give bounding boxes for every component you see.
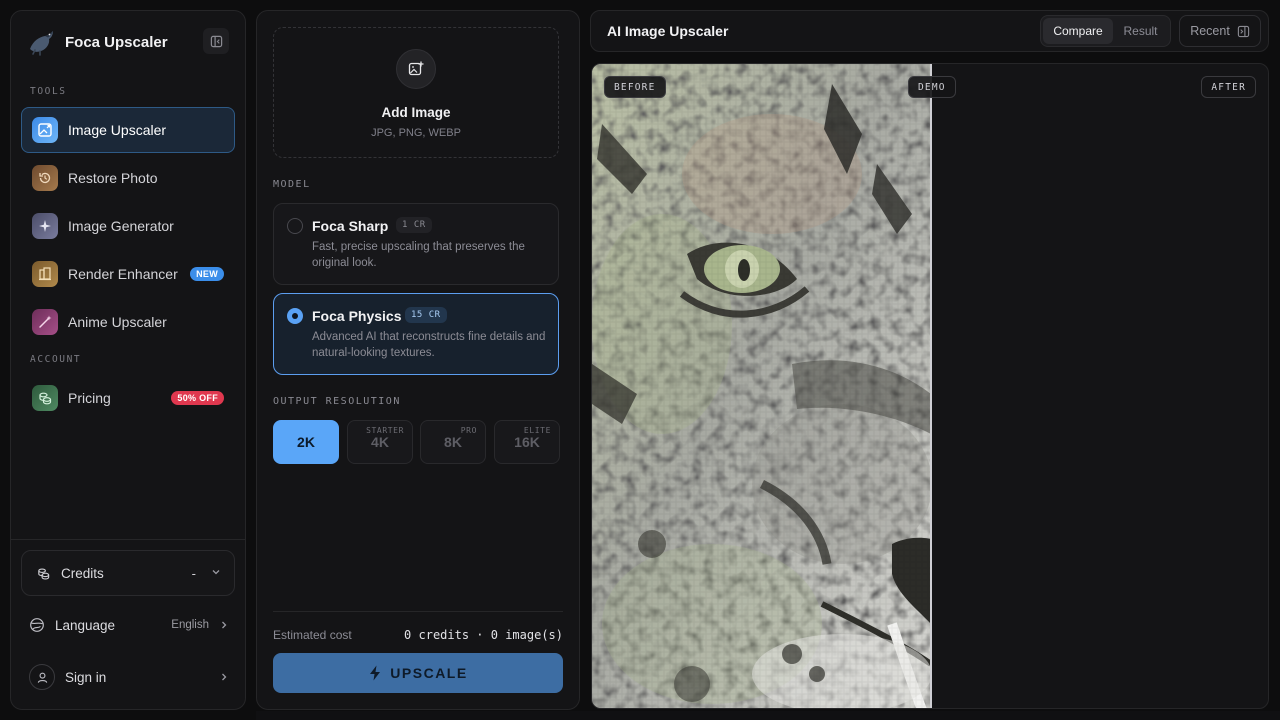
lightning-icon <box>370 665 381 681</box>
tier-label: ELITE <box>523 426 551 435</box>
panel-divider <box>273 611 563 612</box>
view-mode-toggle: Compare Result <box>1040 15 1171 47</box>
compare-split-handle[interactable] <box>930 64 932 708</box>
panel-right-icon <box>1237 25 1249 37</box>
chevron-down-icon <box>212 570 220 575</box>
image-upscale-icon <box>32 117 58 143</box>
resolution-label: 2K <box>297 434 315 450</box>
coins-icon <box>32 385 58 411</box>
estimated-cost-label: Estimated cost <box>273 628 352 642</box>
credits-value: - <box>191 565 196 581</box>
resolution-8k-button[interactable]: PRO 8K <box>420 420 486 464</box>
sidebar-collapse-icon <box>210 35 222 47</box>
resolution-label: 4K <box>371 434 389 450</box>
sparkle-icon <box>32 213 58 239</box>
model-option-foca-physics[interactable]: Foca Physics 15 CR Advanced AI that reco… <box>273 293 559 375</box>
credits-label: Credits <box>61 565 104 581</box>
add-image-dropzone[interactable]: Add Image JPG, PNG, WEBP <box>273 27 559 158</box>
before-tag: BEFORE <box>604 76 666 98</box>
sidebar-item-anime-upscaler[interactable]: Anime Upscaler <box>21 299 235 345</box>
add-image-icon <box>396 49 436 89</box>
demo-tag: DEMO <box>908 76 956 98</box>
sidebar-item-render-enhancer[interactable]: Render Enhancer NEW <box>21 251 235 297</box>
tools-section-label: TOOLS <box>30 86 67 97</box>
building-icon <box>32 261 58 287</box>
credits-dropdown[interactable]: Credits - <box>21 550 235 596</box>
resolution-label: 8K <box>444 434 462 450</box>
sidebar-item-label: Anime Upscaler <box>68 314 167 330</box>
after-tag: AFTER <box>1201 76 1256 98</box>
viewer-header: AI Image Upscaler Compare Result Recent <box>590 10 1269 52</box>
credits-icon <box>38 567 50 580</box>
estimated-cost-value: 0 credits · 0 image(s) <box>404 628 563 642</box>
tab-compare[interactable]: Compare <box>1043 18 1113 44</box>
supported-formats: JPG, PNG, WEBP <box>371 127 461 139</box>
wand-icon <box>32 309 58 335</box>
sidebar-item-label: Render Enhancer <box>68 266 178 282</box>
model-cost-badge: 1 CR <box>396 217 432 233</box>
discount-badge: 50% OFF <box>171 391 224 405</box>
sidebar-item-label: Image Generator <box>68 218 174 234</box>
bottom-strip <box>256 711 1280 720</box>
sign-in-label: Sign in <box>65 669 107 685</box>
globe-icon <box>30 618 44 632</box>
sidebar-item-label: Image Upscaler <box>68 122 167 138</box>
tier-label: STARTER <box>366 426 404 435</box>
tier-label: PRO <box>460 426 477 435</box>
control-panel: Add Image JPG, PNG, WEBP MODEL Foca Shar… <box>256 10 580 710</box>
sidebar-item-pricing[interactable]: Pricing 50% OFF <box>21 375 235 421</box>
language-selector[interactable]: Language English <box>29 607 229 643</box>
resolution-16k-button[interactable]: ELITE 16K <box>494 420 560 464</box>
sidebar-item-image-upscaler[interactable]: Image Upscaler <box>21 107 235 153</box>
sidebar-item-label: Pricing <box>68 390 111 406</box>
model-option-foca-sharp[interactable]: Foca Sharp 1 CR Fast, precise upscaling … <box>273 203 559 285</box>
radio-button[interactable] <box>287 218 303 234</box>
resolution-label: 16K <box>514 434 540 450</box>
tab-result[interactable]: Result <box>1113 18 1168 44</box>
resolution-section-label: OUTPUT RESOLUTION <box>273 396 401 407</box>
resolution-2k-button[interactable]: 2K <box>273 420 339 464</box>
sidebar-item-restore-photo[interactable]: Restore Photo <box>21 155 235 201</box>
chevron-right-icon <box>222 621 227 629</box>
new-badge: NEW <box>190 267 224 281</box>
avatar <box>29 664 55 690</box>
collapse-sidebar-button[interactable] <box>203 28 229 54</box>
compare-viewer[interactable]: BEFORE DEMO AFTER <box>591 63 1269 709</box>
sidebar: Foca Upscaler TOOLS Image Upscaler Resto… <box>10 10 246 710</box>
page-title: AI Image Upscaler <box>607 23 729 39</box>
recent-button[interactable]: Recent <box>1179 15 1261 47</box>
upscale-button[interactable]: UPSCALE <box>273 653 563 693</box>
brand[interactable]: Foca Upscaler <box>27 27 168 57</box>
chevron-right-icon <box>222 673 227 681</box>
resolution-4k-button[interactable]: STARTER 4K <box>347 420 413 464</box>
account-section-label: ACCOUNT <box>30 354 82 365</box>
language-label: Language <box>55 617 116 633</box>
model-description: Fast, precise upscaling that preserves t… <box>312 241 525 269</box>
upscale-label: UPSCALE <box>390 665 468 681</box>
before-image-leopard <box>592 64 931 708</box>
radio-button-selected[interactable] <box>287 308 303 324</box>
model-name: Foca Physics <box>312 308 402 324</box>
add-image-title: Add Image <box>381 105 451 120</box>
model-description: Advanced AI that reconstructs fine detai… <box>312 331 546 359</box>
language-value: English <box>171 619 209 631</box>
brand-name: Foca Upscaler <box>65 33 168 51</box>
seal-logo-icon <box>30 31 53 56</box>
model-section-label: MODEL <box>273 179 311 190</box>
user-icon <box>37 672 47 683</box>
model-name: Foca Sharp <box>312 218 389 234</box>
recent-label: Recent <box>1190 24 1230 38</box>
model-cost-badge: 15 CR <box>405 307 447 323</box>
sidebar-item-label: Restore Photo <box>68 170 158 186</box>
restore-icon <box>32 165 58 191</box>
sidebar-item-image-generator[interactable]: Image Generator <box>21 203 235 249</box>
sidebar-divider <box>11 539 245 540</box>
sign-in-button[interactable]: Sign in <box>29 659 229 695</box>
